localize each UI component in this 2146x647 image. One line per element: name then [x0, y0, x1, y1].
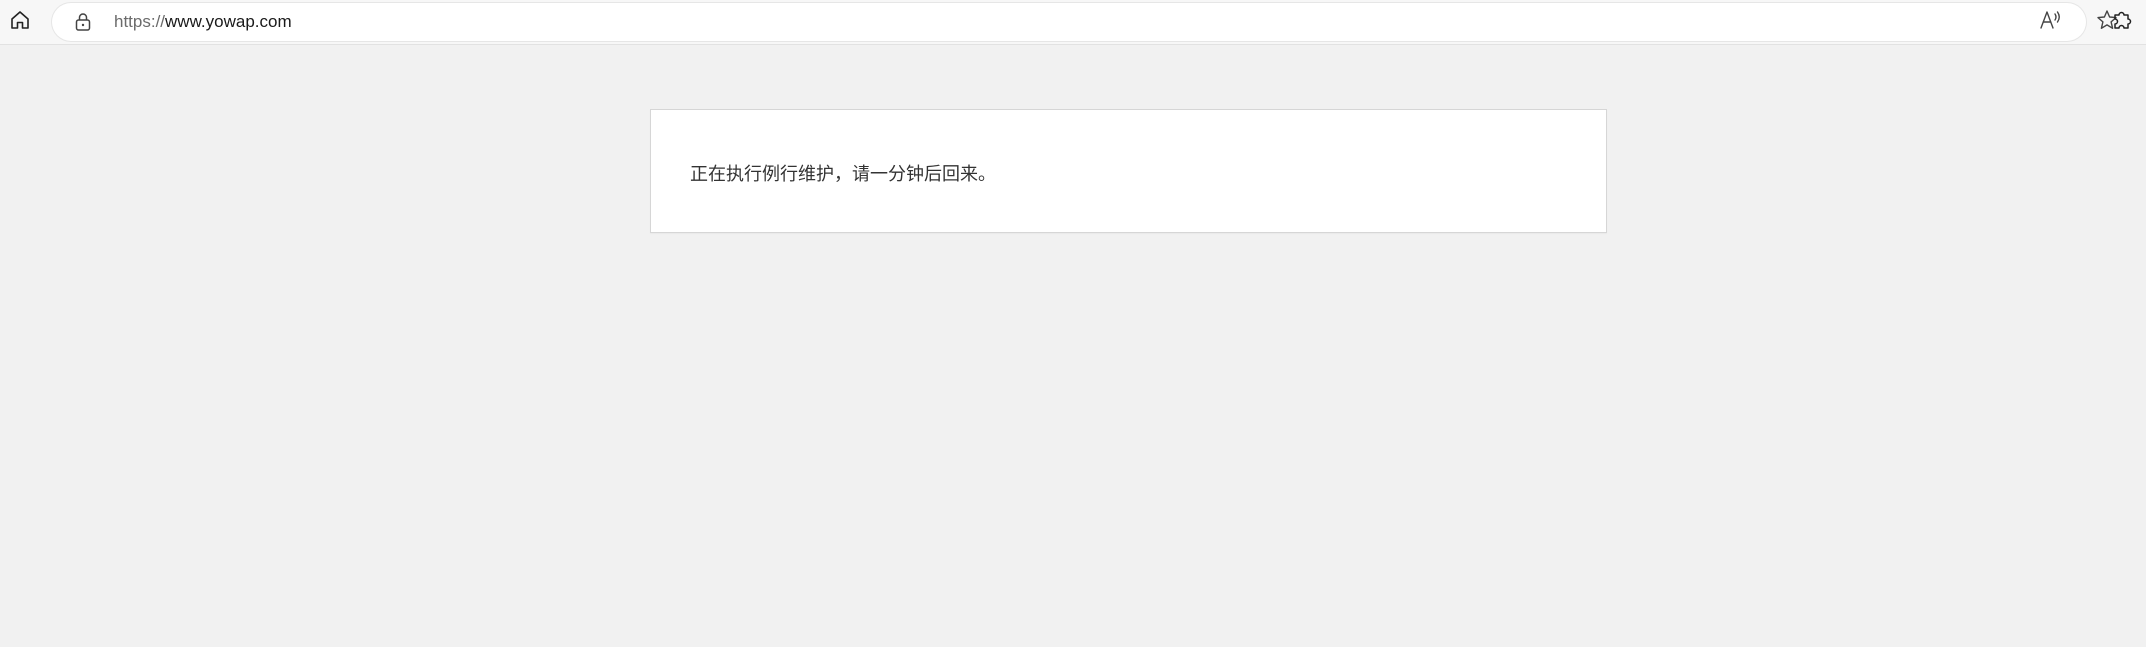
- home-button[interactable]: [4, 6, 36, 38]
- address-bar[interactable]: https://www.yowap.com: [52, 3, 2117, 41]
- read-aloud-button[interactable]: [2036, 9, 2066, 35]
- extensions-button[interactable]: [2106, 6, 2138, 38]
- home-icon: [9, 9, 31, 36]
- read-aloud-icon: [2039, 9, 2063, 36]
- browser-toolbar: https://www.yowap.com: [0, 0, 2146, 45]
- url-scheme: https://: [114, 12, 166, 31]
- puzzle-icon: [2111, 9, 2133, 36]
- maintenance-card: 正在执行例行维护，请一分钟后回来。: [650, 109, 1607, 233]
- url-host: www.yowap.com: [165, 12, 292, 31]
- url-text[interactable]: https://www.yowap.com: [114, 3, 292, 41]
- maintenance-message: 正在执行例行维护，请一分钟后回来。: [690, 164, 996, 184]
- lock-icon[interactable]: [72, 11, 94, 33]
